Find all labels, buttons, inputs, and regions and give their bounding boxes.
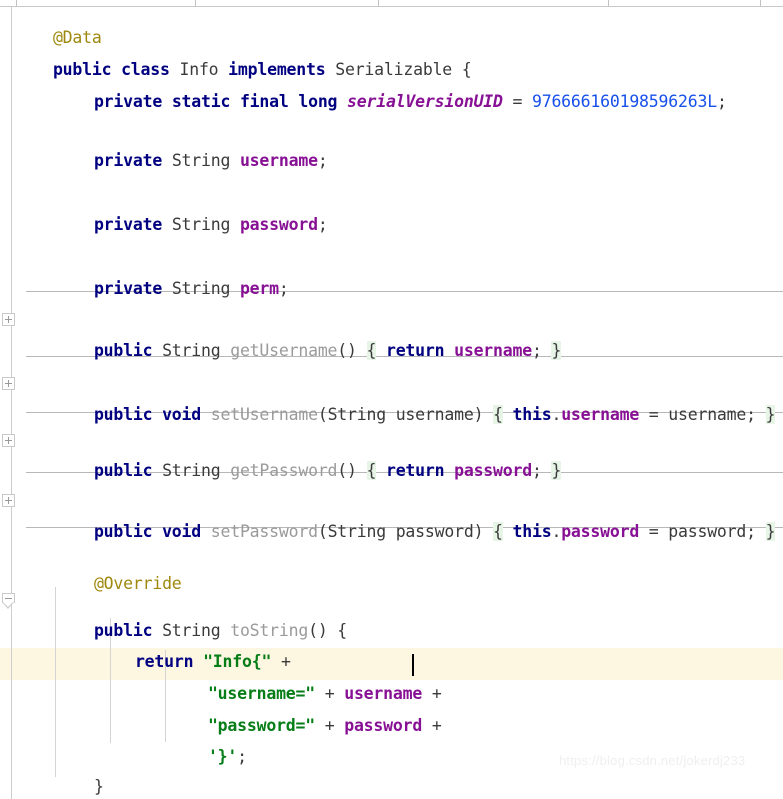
- keyword-this: this: [513, 405, 552, 424]
- field-ref-username: username: [561, 405, 639, 424]
- code-line-method-to-string[interactable]: public String toString() {: [55, 583, 347, 615]
- constant-name-token: serialVersionUID: [347, 92, 503, 111]
- field-type-token: String: [172, 279, 230, 298]
- brace-close-highlight: }: [766, 522, 776, 541]
- keyword-public: public: [94, 341, 152, 360]
- code-line-field-password[interactable]: private String password;: [55, 177, 328, 209]
- keyword-this: this: [513, 522, 552, 541]
- text-caret: [412, 654, 414, 676]
- method-name-get-password: getPassword: [230, 461, 337, 480]
- code-line-field-perm[interactable]: private String perm;: [55, 241, 289, 273]
- keyword-return: return: [386, 461, 444, 480]
- param-type: String: [328, 405, 386, 424]
- fold-toggle-get-username[interactable]: [2, 313, 15, 326]
- method-name-set-password: setPassword: [211, 522, 318, 541]
- field-name-password: password: [240, 215, 318, 234]
- field-type-token: String: [172, 215, 230, 234]
- fold-collapse-arrow-inner: [3, 602, 13, 607]
- code-line-concat-username[interactable]: "username=" + username +: [169, 646, 442, 678]
- brace-open-highlight: {: [367, 461, 377, 480]
- paren-pair: (): [337, 341, 356, 360]
- method-return-type: String: [162, 341, 220, 360]
- param-ref-username: username: [668, 405, 746, 424]
- brace-open-highlight: {: [367, 341, 377, 360]
- keyword-public: public: [94, 405, 152, 424]
- keyword-private: private: [94, 279, 162, 298]
- method-name-get-username: getUsername: [230, 341, 337, 360]
- fold-toggle-to-string[interactable]: [2, 593, 15, 610]
- brace-close-highlight: }: [551, 341, 561, 360]
- brace-open-highlight: {: [493, 405, 503, 424]
- editor-gutter[interactable]: [0, 0, 26, 799]
- code-line-concat-password[interactable]: "password=" + password +: [169, 678, 442, 710]
- close-brace-method: }: [94, 777, 104, 796]
- keyword-static: static: [172, 92, 230, 111]
- keyword-private: private: [94, 215, 162, 234]
- keyword-private: private: [94, 92, 162, 111]
- keyword-final: final: [240, 92, 289, 111]
- field-ref-password: password: [344, 716, 422, 735]
- keyword-public: public: [94, 461, 152, 480]
- field-name-username: username: [240, 151, 318, 170]
- code-line-method-get-password[interactable]: public String getPassword() { return pas…: [55, 423, 561, 455]
- code-line-method-set-username[interactable]: public void setUsername(String username)…: [55, 367, 775, 399]
- open-brace: {: [337, 621, 347, 640]
- code-line-annotation-override[interactable]: @Override: [55, 536, 182, 568]
- param-name: username: [396, 405, 474, 424]
- editor-top-ruler: [0, 0, 783, 7]
- code-line-method-set-password[interactable]: public void setPassword(String password)…: [55, 484, 775, 516]
- brace-open-highlight: {: [493, 522, 503, 541]
- code-line-method-get-username[interactable]: public String getUsername() { return use…: [55, 303, 561, 335]
- ruler-tick: [608, 0, 609, 6]
- code-line-class-declaration[interactable]: public class Info implements Serializabl…: [14, 22, 472, 54]
- code-line-return-info[interactable]: return "Info{" +: [96, 614, 291, 646]
- keyword-private: private: [94, 151, 162, 170]
- brace-close-highlight: }: [766, 405, 776, 424]
- ruler-tick: [760, 0, 761, 6]
- fold-toggle-set-password[interactable]: [2, 494, 15, 507]
- code-line-char-literal-close[interactable]: '}';: [169, 709, 247, 741]
- ruler-tick: [378, 0, 379, 6]
- code-line-method-close-brace[interactable]: }: [55, 739, 104, 771]
- method-name-set-username: setUsername: [211, 405, 318, 424]
- keyword-void: void: [162, 405, 201, 424]
- param-type: String: [328, 522, 386, 541]
- code-editor[interactable]: @Data public class Info implements Seria…: [0, 0, 783, 799]
- code-line-serial-version-uid[interactable]: private static final long serialVersionU…: [55, 54, 727, 86]
- fold-toggle-set-username[interactable]: [2, 377, 15, 390]
- param-ref-password: password: [668, 522, 746, 541]
- paren-pair: (): [337, 461, 356, 480]
- param-name: password: [396, 522, 474, 541]
- field-ref-username: username: [454, 341, 532, 360]
- watermark-url: https://blog.csdn.net/jokerdj233: [559, 753, 745, 768]
- code-line-field-username[interactable]: private String username;: [55, 113, 328, 145]
- ruler-tick: [16, 0, 17, 6]
- paren-pair: (): [308, 621, 327, 640]
- field-type-token: String: [172, 151, 230, 170]
- keyword-return: return: [386, 341, 444, 360]
- method-return-type: String: [162, 461, 220, 480]
- ruler-tick: [195, 0, 196, 6]
- char-literal-close-brace: '}': [208, 747, 237, 766]
- constant-value-token: 976666160198596263L: [532, 92, 717, 111]
- gutter-divider-line: [11, 6, 12, 799]
- brace-close-highlight: }: [551, 461, 561, 480]
- field-ref-password: password: [561, 522, 639, 541]
- field-name-perm: perm: [240, 279, 279, 298]
- keyword-long: long: [298, 92, 337, 111]
- field-ref-password: password: [454, 461, 532, 480]
- fold-toggle-get-password[interactable]: [2, 434, 15, 447]
